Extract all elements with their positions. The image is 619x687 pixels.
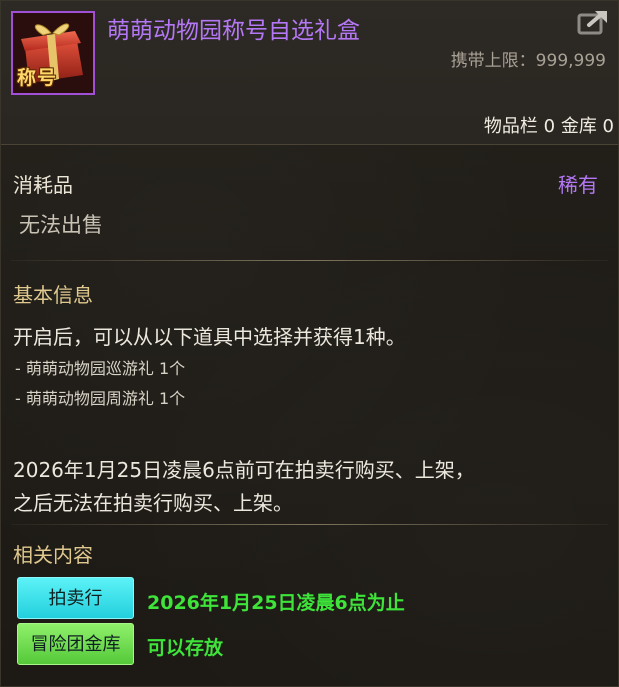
item-header: 称号 萌萌动物园称号自选礼盒 携带上限：999,999 物品栏 0 金库 0 [1,1,618,145]
item-category: 消耗品 [13,173,73,197]
adventure-vault-availability: 可以存放 [147,637,224,659]
section-divider [11,260,608,261]
item-title: 萌萌动物园称号自选礼盒 [107,18,360,44]
related-content-title: 相关内容 [13,543,93,567]
trade-note-line: 2026年1月25日凌晨6点前可在拍卖行购买、上架， [13,458,475,482]
adventure-vault-tag[interactable]: 冒险团金库 [17,623,134,665]
gift-box-icon: 称号 [11,11,95,95]
icon-title-badge: 称号 [17,67,58,89]
option-item: - 萌萌动物园巡游礼 1个 [15,359,186,378]
section-divider [11,524,608,525]
basic-info-title: 基本信息 [13,283,93,307]
sell-status: 无法出售 [19,213,103,237]
inventory-count-text: 物品栏 0 金库 0 [483,116,614,137]
basic-info-description: 开启后，可以从以下道具中选择并获得1种。 [13,325,406,349]
share-icon[interactable] [577,9,609,37]
auction-house-availability: 2026年1月25日凌晨6点为止 [147,592,405,614]
carry-limit-text: 携带上限：999,999 [450,51,606,71]
auction-house-tag[interactable]: 拍卖行 [17,577,134,619]
trade-note-line: 之后无法在拍卖行购买、上架。 [13,491,293,515]
option-item: - 萌萌动物园周游礼 1个 [15,389,186,408]
item-tooltip-panel: 称号 萌萌动物园称号自选礼盒 携带上限：999,999 物品栏 0 金库 0 消… [0,0,619,687]
item-rarity: 稀有 [558,173,598,197]
